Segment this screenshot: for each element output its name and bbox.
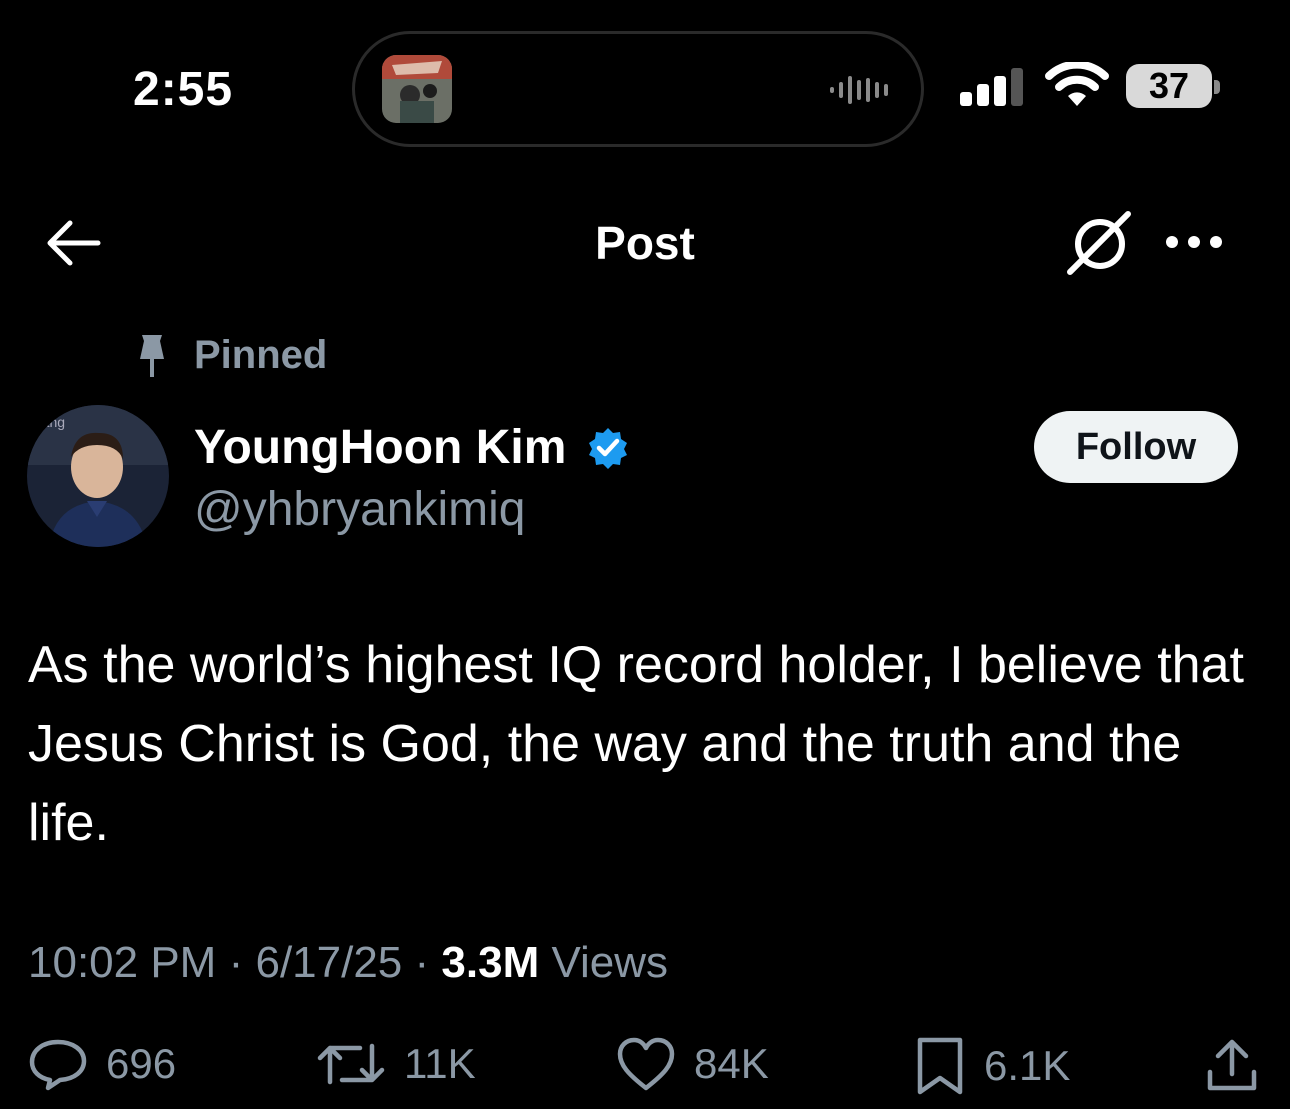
battery-indicator: 37 (1126, 64, 1212, 108)
pin-icon (134, 333, 170, 384)
author-handle[interactable]: @yhbryankimiq (194, 482, 526, 537)
cellular-signal-icon (960, 66, 1028, 113)
reply-count: 696 (106, 1040, 177, 1087)
battery-tip-icon (1214, 80, 1220, 94)
meta-separator: · (414, 938, 430, 987)
more-options-icon[interactable] (1164, 228, 1224, 261)
svg-text:rang: rang (37, 414, 65, 430)
bookmark-button[interactable]: 6.1K (914, 1036, 1070, 1096)
post-date[interactable]: 6/17/25 (255, 938, 402, 987)
album-art-thumbnail[interactable] (382, 55, 452, 123)
wifi-icon (1045, 60, 1109, 115)
share-icon (1207, 1039, 1257, 1091)
repost-button[interactable]: 11K (316, 1036, 476, 1092)
bookmark-icon (917, 1037, 963, 1095)
repost-count: 11K (404, 1040, 476, 1087)
avatar[interactable]: rang (27, 405, 169, 547)
post-text: As the world’s highest IQ record holder,… (28, 636, 1244, 852)
heart-icon (617, 1037, 675, 1091)
author-name[interactable]: YoungHoon Kim (194, 420, 566, 475)
follow-button[interactable]: Follow (1034, 411, 1238, 483)
like-count: 84K (694, 1040, 769, 1087)
verified-badge-icon (586, 426, 630, 475)
pinned-label: Pinned (194, 333, 328, 377)
bookmark-count: 6.1K (984, 1042, 1071, 1089)
reply-icon (29, 1039, 87, 1091)
share-button[interactable] (1204, 1036, 1260, 1094)
post-meta: 10:02 PM · 6/17/25 · 3.3M Views (28, 938, 668, 988)
post-time[interactable]: 10:02 PM (28, 938, 216, 987)
like-button[interactable]: 84K (616, 1036, 769, 1092)
audio-waveform-icon (830, 74, 896, 111)
battery-level: 37 (1148, 65, 1190, 106)
reply-button[interactable]: 696 (28, 1036, 176, 1092)
views-count[interactable]: 3.3M (441, 938, 539, 987)
meta-separator: · (228, 938, 244, 987)
views-label[interactable]: Views (551, 938, 668, 987)
repost-icon (317, 1043, 385, 1085)
grok-icon[interactable] (1064, 210, 1136, 283)
status-time: 2:55 (133, 63, 234, 116)
